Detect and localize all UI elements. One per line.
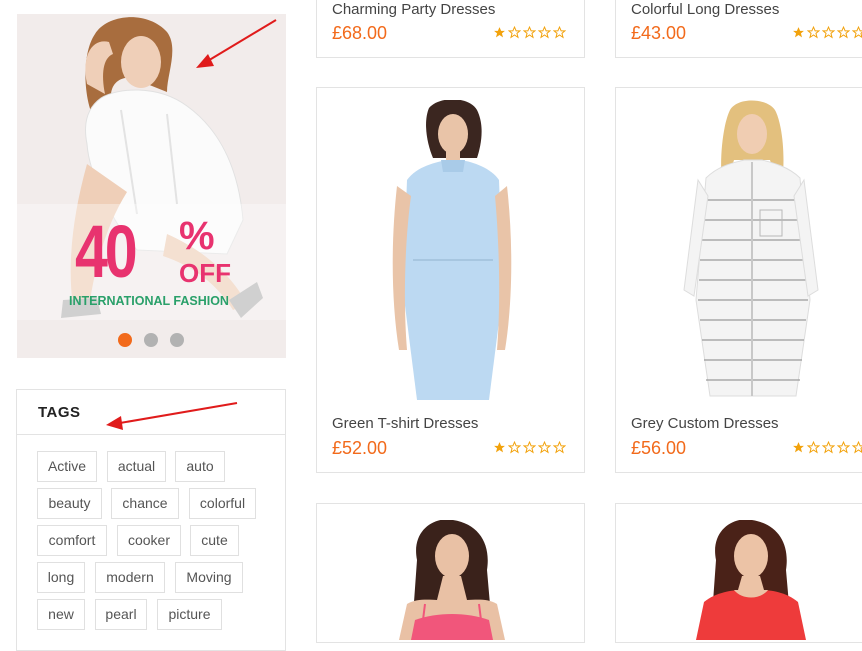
tag-item[interactable]: cooker	[117, 525, 181, 556]
star-empty-icon	[837, 26, 850, 39]
product-card[interactable]	[615, 503, 862, 643]
star-empty-icon	[553, 26, 566, 39]
tag-item[interactable]: new	[37, 599, 85, 630]
product-name[interactable]: Colorful Long Dresses	[631, 1, 779, 18]
star-empty-icon	[508, 26, 521, 39]
slider-dot-3[interactable]	[170, 333, 184, 347]
star-empty-icon	[807, 26, 820, 39]
grey-striped-dress-image[interactable]	[676, 100, 826, 402]
star-empty-icon	[538, 26, 551, 39]
star-empty-icon	[822, 441, 835, 454]
product-card[interactable]: Grey Custom Dresses £56.00	[615, 87, 862, 473]
star-empty-icon	[523, 441, 536, 454]
product-card[interactable]: Green T-shirt Dresses £52.00	[316, 87, 585, 473]
tag-item[interactable]: pearl	[95, 599, 147, 630]
promo-percent-sign: %	[179, 214, 215, 258]
promo-off-label: OFF	[179, 258, 231, 288]
product-name[interactable]: Green T-shirt Dresses	[332, 415, 478, 432]
rating-stars	[493, 26, 566, 39]
tag-item[interactable]: Moving	[175, 562, 243, 593]
star-empty-icon	[837, 441, 850, 454]
star-filled-icon	[494, 27, 505, 38]
tag-item[interactable]: colorful	[189, 488, 256, 519]
promo-percent-value: 40	[75, 210, 138, 293]
pink-top-image[interactable]	[387, 520, 517, 640]
star-empty-icon	[523, 26, 536, 39]
tag-item[interactable]: chance	[111, 488, 179, 519]
rating-stars	[792, 26, 862, 39]
red-top-image[interactable]	[686, 520, 816, 640]
star-filled-icon	[793, 442, 804, 453]
product-price: £68.00	[332, 23, 388, 43]
product-card[interactable]: Colorful Long Dresses £43.00	[615, 0, 862, 58]
star-filled-icon	[793, 27, 804, 38]
tag-item[interactable]: modern	[95, 562, 165, 593]
star-empty-icon	[807, 441, 820, 454]
star-empty-icon	[822, 26, 835, 39]
tag-item[interactable]: actual	[107, 451, 166, 482]
product-card[interactable]: Charming Party Dresses £68.00	[316, 0, 585, 58]
product-price: £43.00	[631, 23, 687, 43]
product-card[interactable]	[316, 503, 585, 643]
star-empty-icon	[852, 26, 862, 39]
star-empty-icon	[852, 441, 862, 454]
product-name[interactable]: Grey Custom Dresses	[631, 415, 779, 432]
tags-widget: TAGS Active actual auto beauty chance co…	[16, 389, 286, 651]
slider-dots	[118, 333, 184, 347]
tag-item[interactable]: Active	[37, 451, 97, 482]
star-empty-icon	[508, 441, 521, 454]
rating-stars	[493, 441, 566, 454]
product-name[interactable]: Charming Party Dresses	[332, 1, 495, 18]
blue-dress-image[interactable]	[377, 100, 527, 402]
promo-caption: INTERNATIONAL FASHION	[69, 294, 229, 308]
rating-stars	[792, 441, 862, 454]
promo-banner[interactable]: 40 % OFF INTERNATIONAL FASHION	[17, 14, 286, 358]
tags-title: TAGS	[17, 390, 285, 435]
slider-dot-2[interactable]	[144, 333, 158, 347]
slider-dot-1[interactable]	[118, 333, 132, 347]
star-empty-icon	[538, 441, 551, 454]
tag-item[interactable]: comfort	[37, 525, 107, 556]
product-price: £56.00	[631, 438, 687, 458]
product-price: £52.00	[332, 438, 388, 458]
tag-item[interactable]: beauty	[37, 488, 102, 519]
tag-item[interactable]: cute	[190, 525, 239, 556]
star-empty-icon	[553, 441, 566, 454]
tag-item[interactable]: picture	[157, 599, 222, 630]
tag-item[interactable]: auto	[175, 451, 225, 482]
star-filled-icon	[494, 442, 505, 453]
tag-item[interactable]: long	[37, 562, 85, 593]
